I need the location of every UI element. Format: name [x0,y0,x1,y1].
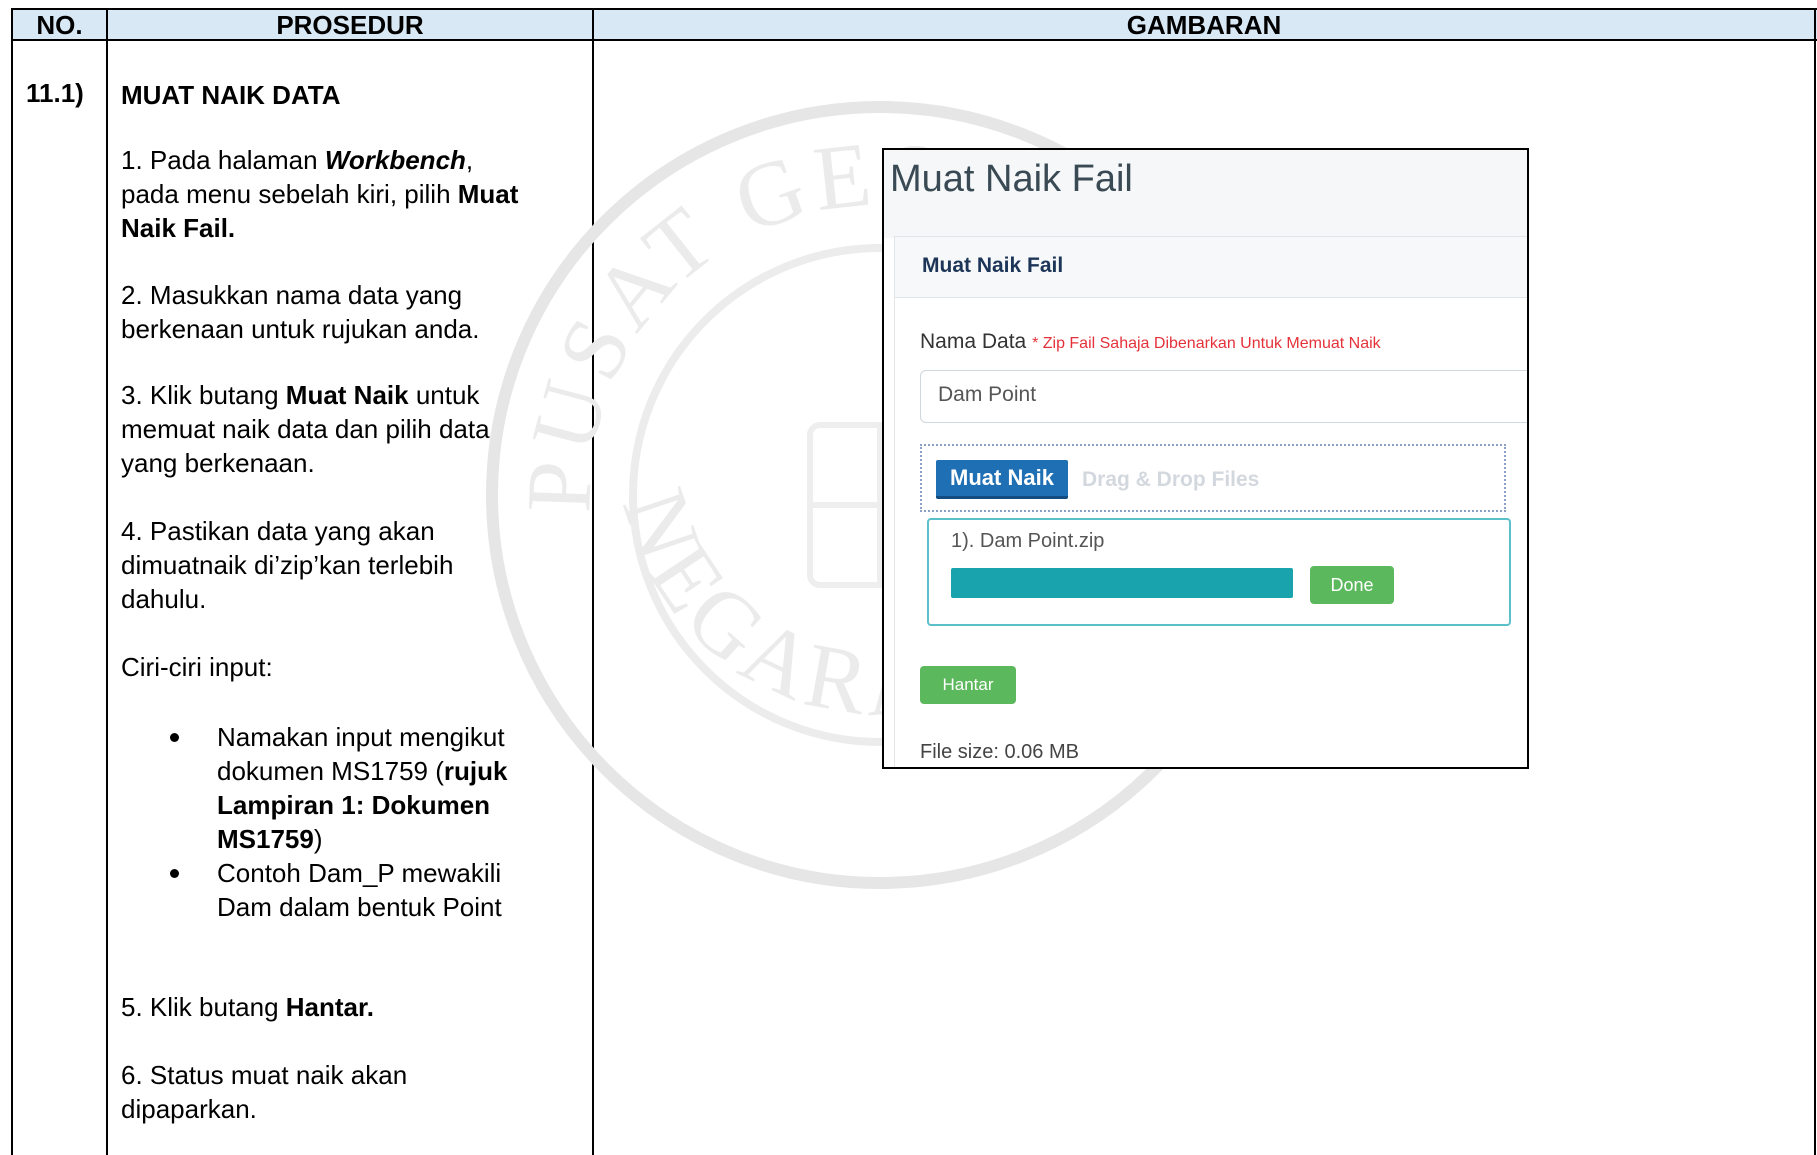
panel-title: Muat Naik Fail [922,254,1064,277]
header-procedure: PROSEDUR [276,10,424,40]
step-1-text: 1. Pada halaman [121,145,325,175]
field-label-text: Nama Data [920,330,1027,353]
file-size: File size: 0.06 MB [920,741,1079,763]
features-title: Ciri-ciri input: [121,652,273,682]
step-4-line-1: 4. Pastikan data yang akan [121,516,435,546]
feature-item-2: Contoh Dam_P mewakili Dam dalam bentuk P… [170,856,507,924]
submit-button[interactable]: Hantar [920,666,1016,704]
step-6-line-1: 6. Status muat naik akan [121,1060,408,1090]
feature-1-paren: ) [313,824,323,854]
feature-1-bold: rujuk [443,756,508,786]
bullet-icon [170,733,179,742]
step-4-line-3: dahulu. [121,584,207,614]
features-list: Namakan input mengikut dokumen MS1759 (r… [170,720,508,924]
step-2-line-2: berkenaan untuk rujukan anda. [121,314,480,344]
drop-zone-text: Drag & Drop Files [1082,468,1260,491]
step-5-bold: Hantar. [285,992,374,1022]
data-name-input-value: Dam Point [938,383,1037,406]
field-label: Nama Data * Zip Fail Sahaja Dibenarkan U… [920,330,1381,354]
table-column-divider-1 [106,8,108,1155]
section-number: 11.1) [26,78,84,108]
table-left-border [11,8,13,1155]
upload-progress-bar [951,568,1293,598]
uploaded-file-item: 1). Dam Point.zip Done [927,518,1511,626]
feature-2-line-1: Contoh Dam_P mewakili [217,858,502,888]
feature-item-1: Namakan input mengikut dokumen MS1759 (r… [170,720,508,856]
step-4: 4. Pastikan data yang akan dimuatnaik di… [121,514,453,616]
step-1-workbench: Workbench [324,145,466,175]
step-1-bold-1: Muat [457,179,519,209]
file-name: 1). Dam Point.zip [951,530,1105,552]
step-1-text-2: pada menu sebelah kiri, pilih [121,179,458,209]
feature-1-line-1: Namakan input mengikut [217,722,505,752]
required-note: * Zip Fail Sahaja Dibenarkan Untuk Memua… [1032,335,1381,352]
step-1-bold-2: Naik Fail. [121,213,236,243]
feature-1-bold-3: MS1759 [217,824,314,854]
feature-1-text: dokumen MS1759 ( [217,756,444,786]
upload-screenshot: Muat Naik Fail Muat Naik Fail Nama Data … [882,148,1529,769]
panel-header: Muat Naik Fail [895,236,1527,298]
done-button[interactable]: Done [1310,566,1394,604]
step-6-line-2: dipaparkan. [121,1094,257,1124]
header-image: GAMBARAN [1126,10,1282,40]
bullet-icon [170,869,179,878]
table-right-border [1814,8,1816,1155]
step-3-text-2: untuk [408,380,480,410]
drop-zone[interactable]: Muat Naik Drag & Drop Files [920,444,1506,512]
step-4-line-2: dimuatnaik di’zip’kan terlebih [121,550,454,580]
step-3-line-2: memuat naik data dan pilih data [121,414,490,444]
table-column-divider-2 [592,8,594,1155]
feature-1-bold-2: Lampiran 1: Dokumen [217,790,491,820]
step-3-text: 3. Klik butang [121,380,286,410]
step-6: 6. Status muat naik akan dipaparkan. [121,1058,407,1126]
step-3-bold: Muat Naik [285,380,409,410]
data-name-input[interactable]: Dam Point [920,370,1527,423]
step-2-line-1: 2. Masukkan nama data yang [121,280,463,310]
section-title: MUAT NAIK DATA [121,80,341,110]
step-3-line-3: yang berkenaan. [121,448,315,478]
step-5: 5. Klik butang Hantar. [121,990,374,1024]
header-no: NO. [36,10,83,40]
upload-button[interactable]: Muat Naik [936,460,1068,499]
step-5-text: 5. Klik butang [121,992,286,1022]
page-title: Muat Naik Fail [890,158,1133,200]
step-1-comma: , [465,145,474,175]
step-1: 1. Pada halaman Workbench, pada menu seb… [121,143,518,245]
feature-2-line-2: Dam dalam bentuk Point [217,892,502,922]
step-2: 2. Masukkan nama data yang berkenaan unt… [121,278,480,346]
step-3: 3. Klik butang Muat Naik untuk memuat na… [121,378,490,480]
